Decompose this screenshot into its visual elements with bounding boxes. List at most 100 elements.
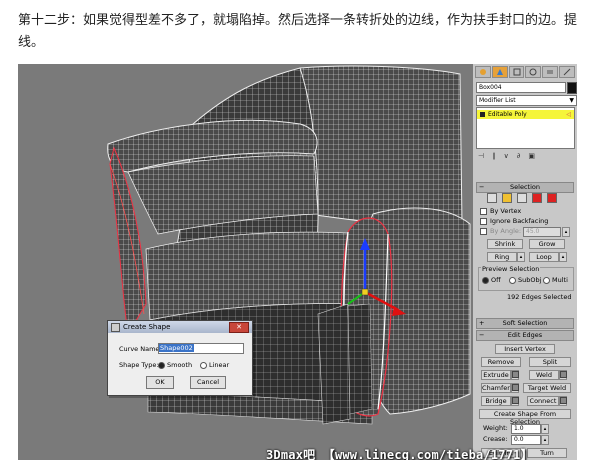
create-icon [480,69,486,75]
ring-spinner[interactable]: ▴ [517,252,525,262]
soft-selection-title: Soft Selection [502,319,548,327]
smooth-radio[interactable]: Smooth [158,361,192,369]
target-weld-button[interactable]: Target Weld [523,383,571,393]
step-caption: 第十二步：如果觉得型差不多了，就塌陷掉。然后选择一条转折处的边线，作为扶手封口的… [18,13,578,50]
edge-mode-icon[interactable] [502,193,512,203]
create-shape-button[interactable]: Create Shape From Selection [479,409,571,426]
radio-selected-icon [158,361,165,369]
shrink-button[interactable]: Shrink [487,239,523,249]
preview-off-label: Off [491,276,501,284]
preview-multi-radio[interactable]: Multi [543,276,568,284]
ok-button[interactable]: OK [146,376,174,389]
expand-icon [480,112,485,117]
object-name-field[interactable]: Box004 [476,82,566,93]
show-end-result-icon[interactable]: ∥ [492,152,496,162]
sofa-wireframe [18,64,473,460]
element-mode-icon[interactable] [547,193,557,203]
tab-utilities[interactable] [559,66,575,78]
ring-button[interactable]: Ring [487,252,517,262]
chamfer-button[interactable]: Chamfer [481,383,511,393]
vertex-mode-icon[interactable] [487,193,497,203]
command-tabs [475,66,575,78]
utilities-icon [563,68,571,76]
close-icon: ✕ [236,323,242,331]
extrude-settings-button[interactable] [511,370,519,380]
weight-input[interactable]: 1.0 [511,424,541,434]
curve-name-input[interactable]: Shape002 [158,343,244,354]
grow-button[interactable]: Grow [529,239,565,249]
settings-icon [512,397,519,404]
weight-spinner[interactable]: ▴ [541,424,549,434]
weld-button[interactable]: Weld [529,370,559,380]
max-screenshot: Create Shape ✕ Curve Name: Shape002 Shap… [18,64,577,460]
checkbox-icon [480,227,487,235]
tab-display[interactable] [542,66,559,78]
selection-rollout-header[interactable]: − Selection [476,182,574,193]
smooth-label: Smooth [167,361,193,369]
crease-spinner[interactable]: ▴ [541,435,549,445]
subobject-toolbar [487,193,557,203]
soft-selection-rollout-header[interactable]: + Soft Selection [476,318,574,329]
preview-off-radio[interactable]: Off [482,276,501,284]
curve-name-label: Curve Name: [119,345,162,353]
linear-radio[interactable]: Linear [200,361,229,369]
remove-button[interactable]: Remove [481,357,521,367]
extrude-button[interactable]: Extrude [481,370,511,380]
chamfer-settings-button[interactable] [511,383,519,393]
polygon-mode-icon[interactable] [532,193,542,203]
loop-spinner[interactable]: ▴ [559,252,567,262]
remove-modifier-icon[interactable]: ∂ [517,152,521,162]
cancel-button[interactable]: Cancel [190,376,226,389]
weight-label: Weight: [483,424,508,432]
dialog-titlebar[interactable]: Create Shape ✕ [108,321,252,333]
stack-toolbar: ⊣ ∥ ∨ ∂ ▣ [476,152,575,162]
tab-hierarchy[interactable] [508,66,525,78]
stack-item-editable-poly[interactable]: Editable Poly ◁ [477,110,574,119]
bridge-settings-button[interactable] [511,396,519,406]
by-angle-spinner[interactable]: ▴ [562,227,570,237]
ignore-backfacing-label: Ignore Backfacing [490,217,549,225]
tab-motion[interactable] [525,66,542,78]
preview-subobj-label: SubObj [518,276,542,284]
modifier-list-dropdown[interactable]: Modifier List ▼ [476,95,577,106]
perspective-viewport[interactable]: Create Shape ✕ Curve Name: Shape002 Shap… [18,64,473,460]
turn-button[interactable]: Turn [527,448,567,458]
by-angle-input[interactable]: 45.0 [523,227,561,237]
by-vertex-checkbox[interactable]: By Vertex [480,207,521,216]
insert-vertex-button[interactable]: Insert Vertex [495,344,555,354]
pin-stack-icon[interactable]: ⊣ [478,152,484,162]
watermark: 3Dmax吧 【www.linecg.com/tieba/1771】 [266,448,533,460]
collapse-icon: − [479,331,485,339]
shape-type-label: Shape Type: [119,361,159,369]
modifier-list-label: Modifier List [479,97,516,104]
modify-icon [496,69,503,75]
loop-button[interactable]: Loop [529,252,559,262]
settings-icon [560,371,567,378]
bridge-button[interactable]: Bridge [481,396,511,406]
connect-button[interactable]: Connect [527,396,559,406]
border-mode-icon[interactable] [517,193,527,203]
selection-status: 192 Edges Selected [507,293,572,301]
object-color-swatch[interactable] [567,82,577,94]
by-angle-checkbox[interactable]: By Angle: [480,227,521,236]
settings-icon [512,371,519,378]
configure-sets-icon[interactable]: ▣ [528,152,535,162]
close-button[interactable]: ✕ [229,322,249,333]
connect-settings-button[interactable] [559,396,567,406]
settings-icon [512,384,519,391]
split-button[interactable]: Split [529,357,571,367]
tab-modify[interactable] [491,66,508,78]
preview-multi-label: Multi [552,276,568,284]
tab-create[interactable] [475,66,491,78]
crease-input[interactable]: 0.0 [511,435,541,445]
hierarchy-icon [513,68,521,76]
make-unique-icon[interactable]: ∨ [504,152,509,162]
modifier-stack: Editable Poly ◁ [476,107,575,149]
weld-settings-button[interactable] [559,370,567,380]
preview-subobj-radio[interactable]: SubObj [509,276,541,284]
edit-edges-rollout-header[interactable]: − Edit Edges [476,330,574,341]
pin-icon: ◁ [566,111,571,118]
ignore-backfacing-checkbox[interactable]: Ignore Backfacing [480,217,548,226]
checkbox-icon [480,217,487,225]
radio-empty-icon [200,361,207,369]
